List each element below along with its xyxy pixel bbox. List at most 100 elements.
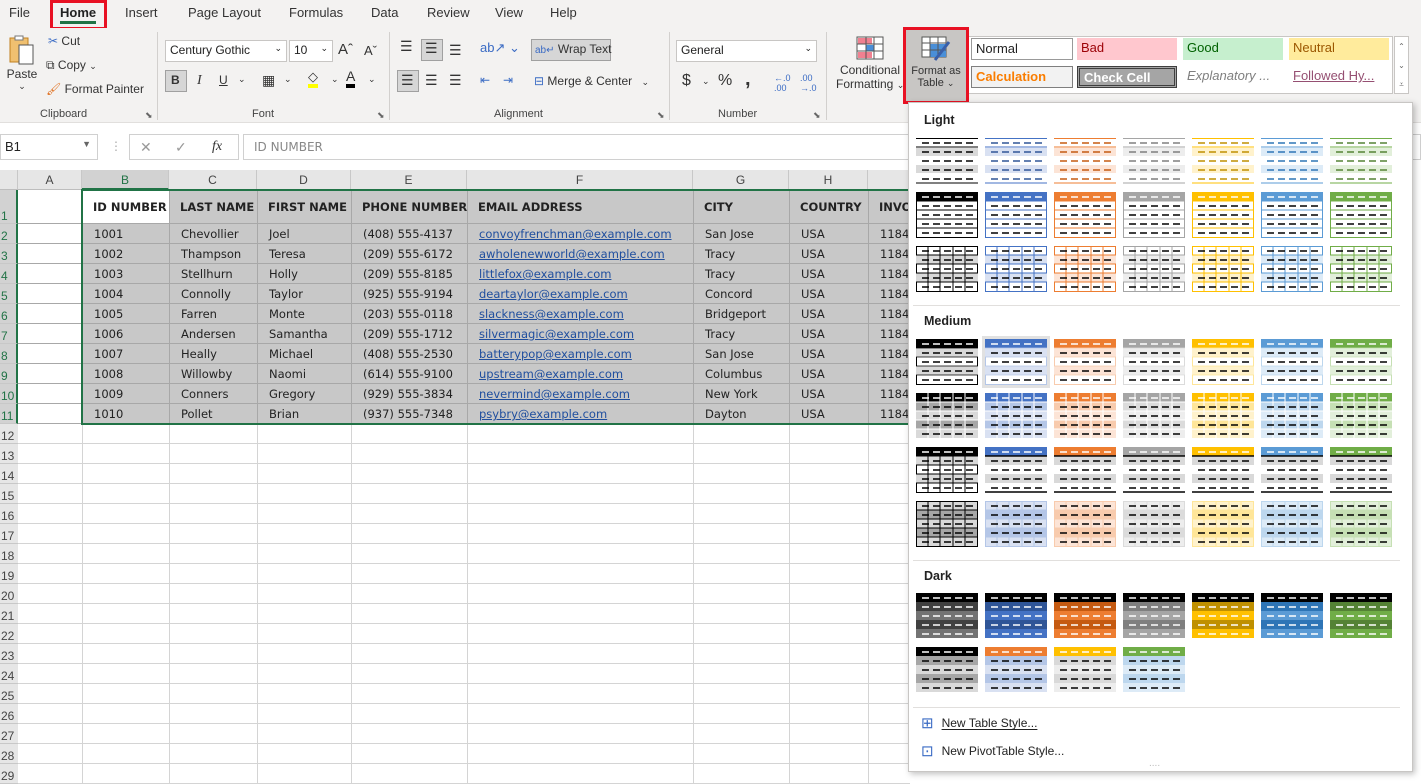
table-style-swatch-l2-lightblue[interactable] (1261, 192, 1323, 238)
table-cell[interactable]: (209) 555-6172 (351, 244, 467, 264)
table-style-swatch-m4-orange[interactable] (1054, 501, 1116, 547)
table-cell-email[interactable]: batterypop@example.com (467, 344, 693, 364)
table-style-swatch-m2-lightblue[interactable] (1261, 393, 1323, 439)
email-link[interactable]: silvermagic@example.com (479, 327, 634, 341)
column-header-c[interactable]: C (169, 170, 257, 190)
table-style-swatch-m4-gold[interactable] (1192, 501, 1254, 547)
table-cell[interactable]: Conners (169, 384, 257, 404)
table-style-swatch-l2-black[interactable] (916, 192, 978, 238)
decrease-decimal-icon[interactable]: .00 →.0 (800, 73, 817, 93)
tab-home[interactable]: Home (60, 5, 97, 24)
table-header-cell[interactable]: COUNTRY (789, 190, 868, 224)
row-header-16[interactable]: 16 (0, 504, 18, 524)
copy-button[interactable]: ⧉ Copy ⌄ (46, 58, 97, 73)
table-cell[interactable]: 1184 (868, 224, 910, 244)
table-style-swatch-m1-orange[interactable] (1054, 339, 1116, 385)
row-header-20[interactable]: 20 (0, 584, 18, 604)
table-style-swatch-m3-blue[interactable] (985, 447, 1047, 493)
table-cell[interactable]: Dayton (693, 404, 789, 424)
table-style-swatch-m1-green[interactable] (1330, 339, 1392, 385)
table-style-swatch-d2-black[interactable] (916, 647, 978, 693)
table-cell[interactable]: USA (789, 224, 868, 244)
table-style-swatch-l2-gold[interactable] (1192, 192, 1254, 238)
table-style-swatch-m2-blue[interactable] (985, 393, 1047, 439)
bold-button[interactable]: B (171, 73, 180, 87)
table-cell[interactable]: 1184 (868, 284, 910, 304)
number-format-select[interactable]: General ⌄ (676, 40, 817, 62)
row-header-12[interactable]: 12 (0, 424, 18, 444)
increase-indent-icon[interactable]: ⇥ (503, 73, 513, 87)
row-header-3[interactable]: 3 (0, 244, 18, 264)
align-center-icon[interactable]: ☰ (425, 72, 438, 89)
table-style-swatch-m3-lightblue[interactable] (1261, 447, 1323, 493)
percent-button[interactable]: % (718, 72, 732, 90)
row-header-10[interactable]: 10 (0, 384, 18, 404)
email-link[interactable]: slackness@example.com (479, 307, 624, 321)
table-cell[interactable]: 1010 (82, 404, 169, 424)
cell-style-good[interactable]: Good (1183, 38, 1283, 60)
row-header-18[interactable]: 18 (0, 544, 18, 564)
decrease-font-icon[interactable]: Aˇ (364, 43, 377, 58)
table-cell[interactable]: (925) 555-9194 (351, 284, 467, 304)
email-link[interactable]: littlefox@example.com (479, 267, 611, 281)
table-cell[interactable]: (929) 555-3834 (351, 384, 467, 404)
table-header-cell[interactable]: PHONE NUMBER (351, 190, 467, 224)
table-cell[interactable]: 1008 (82, 364, 169, 384)
decrease-indent-icon[interactable]: ⇤ (480, 73, 490, 87)
table-header-cell[interactable]: INVO (868, 190, 910, 224)
table-cell[interactable]: Willowby (169, 364, 257, 384)
table-style-swatch-m4-green[interactable] (1330, 501, 1392, 547)
table-cell[interactable]: Chevollier (169, 224, 257, 244)
wrap-text-button[interactable]: ab↵ Wrap Text (535, 42, 611, 56)
cell-style-calculation[interactable]: Calculation (971, 66, 1073, 88)
table-cell[interactable]: Holly (257, 264, 351, 284)
table-style-swatch-d1-blue[interactable] (985, 593, 1047, 639)
table-cell-email[interactable]: awholenewworld@example.com (467, 244, 693, 264)
row-header-11[interactable]: 11 (0, 404, 18, 424)
cell-styles-scroll[interactable]: ⌃ ⌄ ⩡ (1394, 36, 1409, 94)
table-cell[interactable]: Farren (169, 304, 257, 324)
table-cell[interactable]: 1009 (82, 384, 169, 404)
table-cell-email[interactable]: nevermind@example.com (467, 384, 693, 404)
row-header-28[interactable]: 28 (0, 744, 18, 764)
table-cell[interactable]: Monte (257, 304, 351, 324)
row-header-27[interactable]: 27 (0, 724, 18, 744)
paste-button[interactable]: Paste ⌄ (6, 34, 38, 92)
table-style-swatch-l3-blue[interactable] (985, 246, 1047, 292)
table-cell[interactable]: 1184 (868, 264, 910, 284)
cell-style-followed-hyperlink[interactable]: Followed Hy... (1289, 66, 1389, 88)
fill-color-icon[interactable]: ◇ (308, 70, 318, 88)
table-style-swatch-l1-lightblue[interactable] (1261, 138, 1323, 184)
row-header-24[interactable]: 24 (0, 664, 18, 684)
table-style-swatch-l3-black[interactable] (916, 246, 978, 292)
table-cell[interactable]: (937) 555-7348 (351, 404, 467, 424)
fill-color-dropdown-icon[interactable]: ⌄ (331, 74, 339, 85)
table-cell[interactable]: Stellhurn (169, 264, 257, 284)
table-cell[interactable]: 1184 (868, 304, 910, 324)
table-cell[interactable]: Heally (169, 344, 257, 364)
table-cell[interactable]: 1007 (82, 344, 169, 364)
table-cell[interactable]: Concord (693, 284, 789, 304)
table-cell-email[interactable]: psybry@example.com (467, 404, 693, 424)
new-pivottable-style-item[interactable]: ⊡ New PivotTable Style... (921, 742, 1064, 760)
table-style-swatch-m3-gray[interactable] (1123, 447, 1185, 493)
font-launcher-icon[interactable]: ⬊ (377, 110, 385, 121)
table-cell[interactable]: Thampson (169, 244, 257, 264)
row-header-26[interactable]: 26 (0, 704, 18, 724)
table-style-swatch-d1-black[interactable] (916, 593, 978, 639)
font-size-select[interactable]: 10 ⌄ (289, 40, 333, 62)
table-cell[interactable]: Brian (257, 404, 351, 424)
table-cell[interactable]: (408) 555-2530 (351, 344, 467, 364)
table-cell-email[interactable]: deartaylor@example.com (467, 284, 693, 304)
table-style-swatch-m4-lightblue[interactable] (1261, 501, 1323, 547)
table-cell[interactable]: USA (789, 264, 868, 284)
table-cell[interactable]: USA (789, 404, 868, 424)
table-style-swatch-l2-blue[interactable] (985, 192, 1047, 238)
table-cell[interactable]: Tracy (693, 324, 789, 344)
table-style-swatch-d1-orange[interactable] (1054, 593, 1116, 639)
table-style-swatch-m4-gray[interactable] (1123, 501, 1185, 547)
table-style-swatch-m1-black[interactable] (916, 339, 978, 385)
scroll-up-icon[interactable]: ⌃ (1395, 37, 1408, 56)
table-style-swatch-d2-gold[interactable] (1054, 647, 1116, 693)
table-style-swatch-l1-orange[interactable] (1054, 138, 1116, 184)
